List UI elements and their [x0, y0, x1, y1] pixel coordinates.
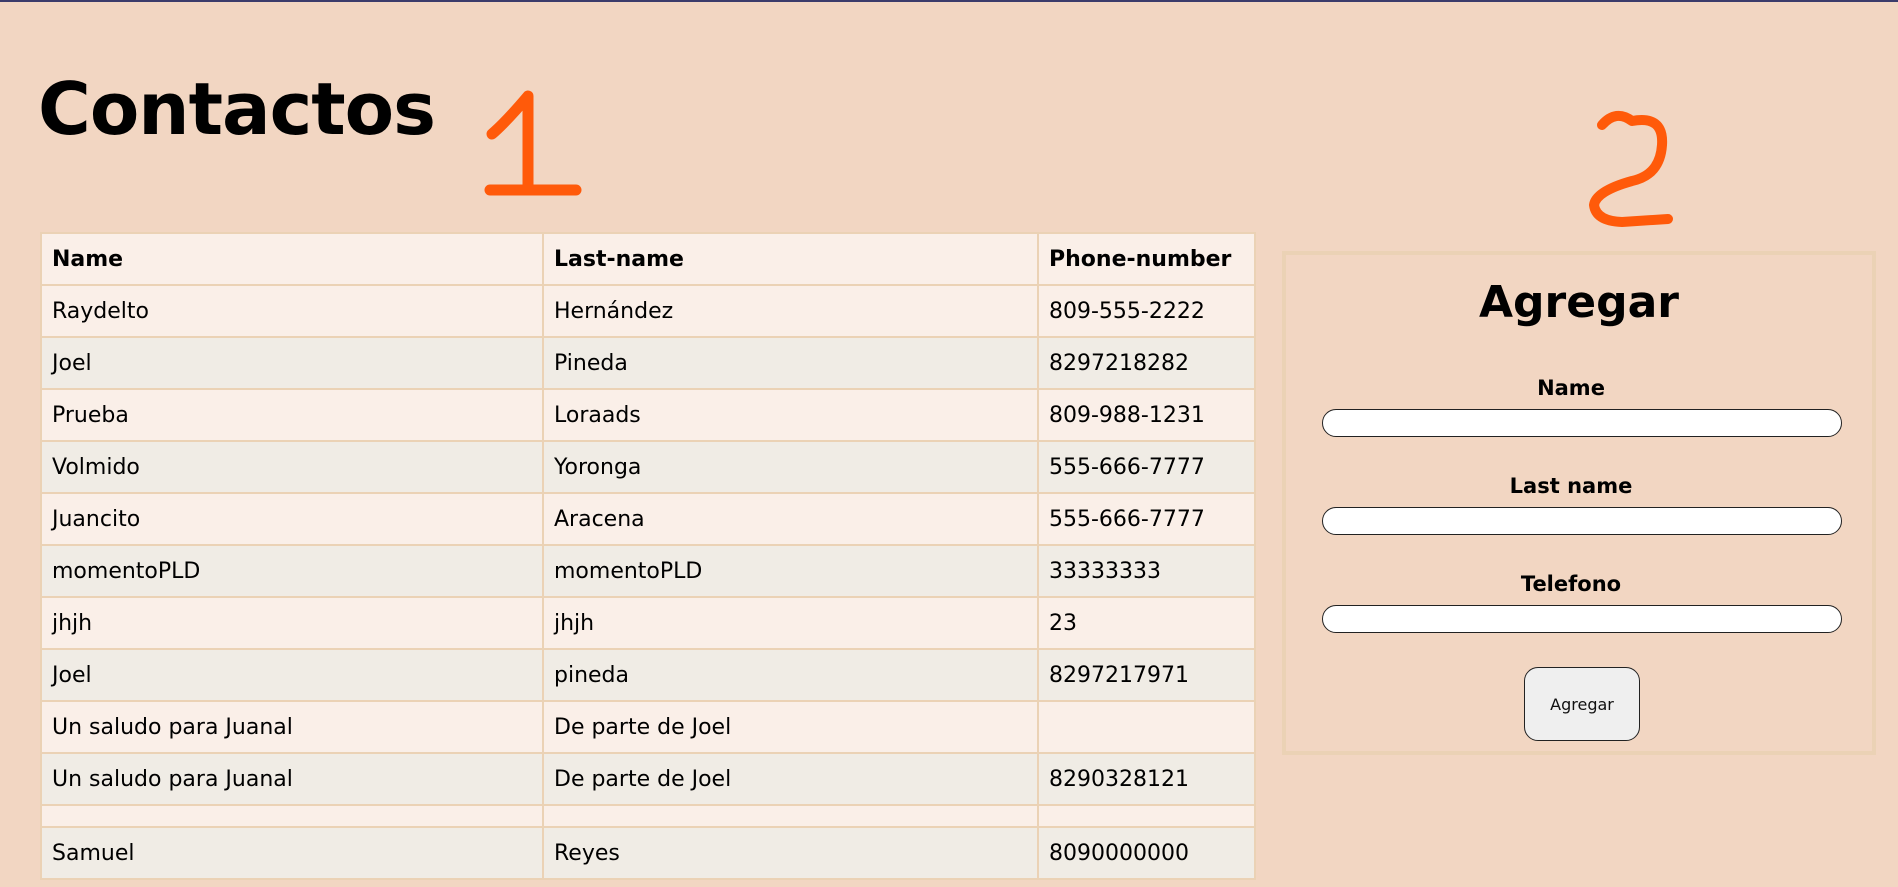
- cell-phone-number: 8290328121: [1039, 754, 1254, 804]
- cell-name: Juancito: [42, 494, 542, 544]
- column-header-phone-number: Phone-number: [1039, 234, 1254, 284]
- table-row: Samuel Reyes 8090000000: [42, 828, 1254, 878]
- telefono-label: Telefono: [1520, 572, 1622, 596]
- table-row: Prueba Loraads 809-988-1231: [42, 390, 1254, 440]
- cell-phone-number: 555-666-7777: [1039, 442, 1254, 492]
- cell-name: Prueba: [42, 390, 542, 440]
- table-row: Raydelto Hernández 809-555-2222: [42, 286, 1254, 336]
- telefono-input[interactable]: [1322, 605, 1842, 633]
- cell-name: Raydelto: [42, 286, 542, 336]
- cell-last-name: [544, 806, 1037, 826]
- agregar-button[interactable]: Agregar: [1524, 667, 1640, 741]
- column-header-name: Name: [42, 234, 542, 284]
- cell-last-name: Yoronga: [544, 442, 1037, 492]
- cell-name: Joel: [42, 338, 542, 388]
- cell-phone-number: 8297217971: [1039, 650, 1254, 700]
- name-input[interactable]: [1322, 409, 1842, 437]
- cell-last-name: jhjh: [544, 598, 1037, 648]
- cell-phone-number: 33333333: [1039, 546, 1254, 596]
- cell-name: Un saludo para Juanal: [42, 702, 542, 752]
- last-name-input[interactable]: [1322, 507, 1842, 535]
- table-header-row: Name Last-name Phone-number: [42, 234, 1254, 284]
- cell-last-name: momentoPLD: [544, 546, 1037, 596]
- cell-phone-number: 8090000000: [1039, 828, 1254, 878]
- cell-name: [42, 806, 542, 826]
- table-row: Un saludo para Juanal De parte de Joel 8…: [42, 754, 1254, 804]
- table-row: jhjh jhjh 23: [42, 598, 1254, 648]
- cell-phone-number: 555-666-7777: [1039, 494, 1254, 544]
- contacts-table: Name Last-name Phone-number Raydelto Her…: [40, 232, 1256, 880]
- cell-name: momentoPLD: [42, 546, 542, 596]
- cell-last-name: Loraads: [544, 390, 1037, 440]
- cell-last-name: Reyes: [544, 828, 1037, 878]
- cell-name: Samuel: [42, 828, 542, 878]
- table-row: [42, 806, 1254, 826]
- cell-name: Joel: [42, 650, 542, 700]
- cell-phone-number: 809-988-1231: [1039, 390, 1254, 440]
- cell-last-name: De parte de Joel: [544, 754, 1037, 804]
- cell-name: Un saludo para Juanal: [42, 754, 542, 804]
- cell-name: Volmido: [42, 442, 542, 492]
- cell-phone-number: 23: [1039, 598, 1254, 648]
- cell-last-name: Pineda: [544, 338, 1037, 388]
- column-header-last-name: Last-name: [544, 234, 1037, 284]
- cell-phone-number: [1039, 806, 1254, 826]
- table-row: Volmido Yoronga 555-666-7777: [42, 442, 1254, 492]
- name-label: Name: [1537, 376, 1605, 400]
- table-row: Joel pineda 8297217971: [42, 650, 1254, 700]
- table-row: Joel Pineda 8297218282: [42, 338, 1254, 388]
- cell-last-name: pineda: [544, 650, 1037, 700]
- cell-last-name: Hernández: [544, 286, 1037, 336]
- annotation-number-2: [1589, 110, 1673, 227]
- cell-phone-number: [1039, 702, 1254, 752]
- table-row: Juancito Aracena 555-666-7777: [42, 494, 1254, 544]
- cell-phone-number: 809-555-2222: [1039, 286, 1254, 336]
- annotation-number-1: [484, 90, 582, 196]
- cell-last-name: De parte de Joel: [544, 702, 1037, 752]
- table-row: momentoPLD momentoPLD 33333333: [42, 546, 1254, 596]
- form-title: Agregar: [1479, 277, 1679, 328]
- table-row: Un saludo para Juanal De parte de Joel: [42, 702, 1254, 752]
- add-contact-form: Agregar Name Last name Telefono Agregar: [1282, 251, 1876, 755]
- last-name-label: Last name: [1509, 474, 1633, 498]
- page-title: Contactos: [38, 67, 436, 151]
- cell-last-name: Aracena: [544, 494, 1037, 544]
- top-border: [0, 0, 1898, 2]
- cell-phone-number: 8297218282: [1039, 338, 1254, 388]
- cell-name: jhjh: [42, 598, 542, 648]
